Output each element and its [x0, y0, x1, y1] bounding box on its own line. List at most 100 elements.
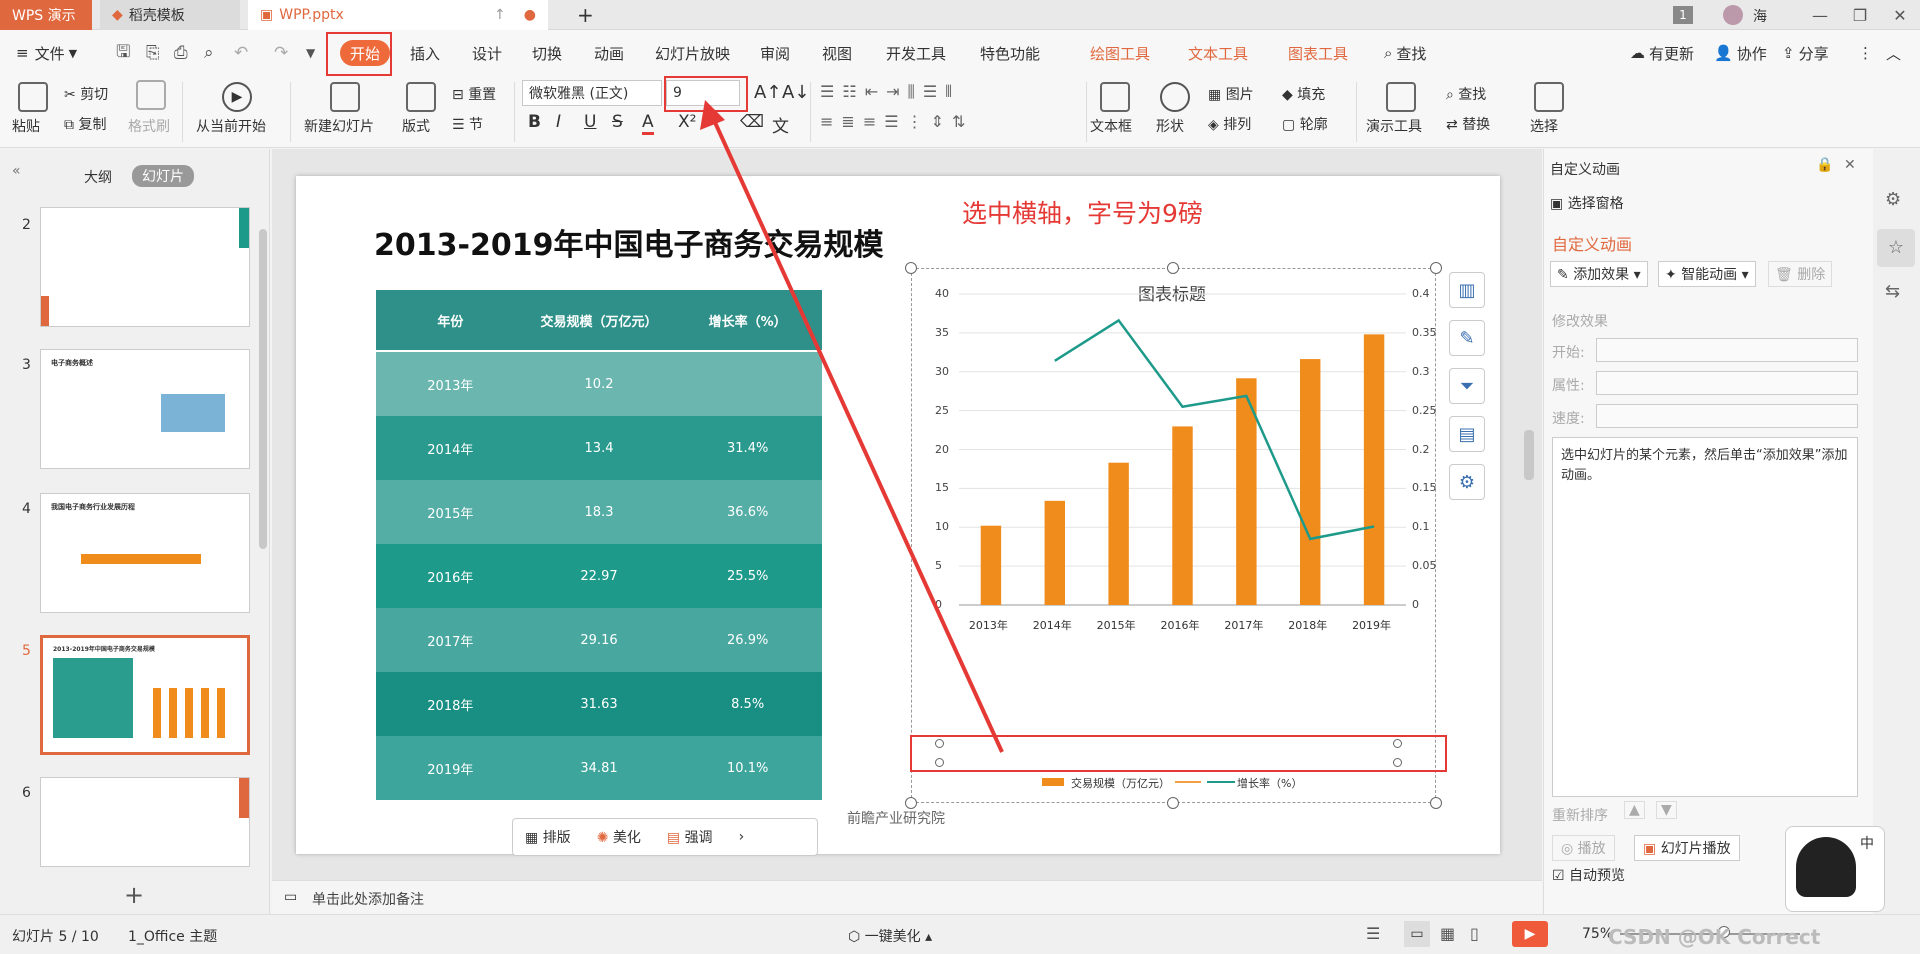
slide-thumb-4[interactable]: 我国电子商务行业发展历程 [40, 493, 250, 613]
increase-font-icon[interactable]: A↑ [754, 82, 781, 103]
paragraph-list-icons[interactable]: ☰☷⇤⇥⫼☰⫴ [820, 82, 960, 102]
speed-select[interactable] [1596, 404, 1858, 428]
x-tick-label[interactable]: 2015年 [1097, 617, 1136, 633]
tab-special[interactable]: 特色功能 [980, 40, 1040, 66]
notes-area[interactable]: ▭ 单击此处添加备注 [272, 880, 1542, 914]
shape-icon[interactable] [1160, 82, 1190, 112]
paste-button[interactable]: 粘贴 [12, 116, 40, 136]
shape-button[interactable]: 形状 [1156, 116, 1184, 136]
minimize-icon[interactable]: — [1800, 0, 1840, 30]
format-brush-button[interactable]: 格式刷 [128, 116, 170, 136]
tab-design[interactable]: 设计 [472, 40, 502, 66]
delete-button[interactable]: 🗑 删除 [1768, 261, 1833, 287]
tab-switch[interactable]: 切换 [532, 40, 562, 66]
tab-text-tools[interactable]: 文本工具 [1188, 40, 1248, 66]
close-icon[interactable]: ✕ [1880, 0, 1920, 30]
axis-handle[interactable] [935, 758, 944, 767]
select-pane-button[interactable]: ▣ 选择窗格 [1550, 193, 1624, 213]
layout-action[interactable]: ▦ 排版 [525, 827, 571, 847]
beautify-action[interactable]: ✺ 美化 [597, 827, 641, 847]
properties-icon[interactable]: ⚙ [1885, 189, 1901, 210]
slide-scrollbar[interactable] [1524, 430, 1534, 480]
export-icon[interactable]: ⎘ [146, 40, 160, 66]
new-slide-button[interactable]: 新建幻灯片 [304, 116, 374, 136]
update-button[interactable]: ☁ 有更新 [1630, 40, 1694, 66]
search-menu[interactable]: ⌕ 查找 [1384, 40, 1426, 66]
print-icon[interactable]: ⎙ [174, 40, 188, 66]
axis-handle[interactable] [1393, 758, 1402, 767]
save-icon[interactable]: 🖫 [116, 40, 130, 66]
theme-name[interactable]: 1_Office 主题 [128, 926, 217, 946]
avatar[interactable] [1723, 5, 1743, 25]
paste-icon[interactable] [18, 82, 48, 112]
animation-list[interactable]: 选中幻灯片的某个元素，然后单击“添加效果”添加动画。 [1552, 437, 1858, 797]
more-icon[interactable]: ⋮ [1858, 40, 1873, 66]
brush-icon[interactable] [136, 80, 166, 110]
chart-filter-icon[interactable]: ⏷ [1449, 368, 1485, 404]
outline-button[interactable]: ▢ 轮廓 [1282, 114, 1328, 134]
notes-toggle-icon[interactable]: ☰ [1366, 924, 1380, 943]
lock-icon[interactable]: 🔒 [1816, 157, 1833, 173]
share-button[interactable]: ⇪ 分享 [1782, 40, 1829, 66]
strike-icon[interactable]: S [612, 112, 623, 132]
play-icon[interactable]: ▶ [222, 82, 252, 112]
x-tick-label[interactable]: 2018年 [1288, 617, 1327, 633]
chart-elements-icon[interactable]: ▥ [1449, 272, 1485, 308]
cut-button[interactable]: ✂ 剪切 [64, 84, 108, 104]
superscript-icon[interactable]: X² [678, 112, 696, 132]
bar[interactable] [1108, 462, 1129, 605]
add-slide-button[interactable]: + [124, 881, 144, 909]
x-tick-label[interactable]: 2013年 [969, 617, 1008, 633]
x-tick-label[interactable]: 2016年 [1161, 617, 1200, 633]
sorter-view-icon[interactable]: ▦ [1440, 924, 1455, 943]
tab-review[interactable]: 审阅 [760, 40, 790, 66]
textbox-button[interactable]: 文本框 [1090, 116, 1132, 136]
axis-handle[interactable] [935, 739, 944, 748]
thumb-scrollbar[interactable] [259, 229, 267, 549]
textbox-icon[interactable] [1100, 82, 1130, 112]
beautify-button[interactable]: ⬡ 一键美化 ▴ [848, 926, 932, 946]
pet-widget[interactable]: 中 [1785, 826, 1885, 912]
bar[interactable] [1044, 500, 1066, 605]
fill-button[interactable]: ◆ 填充 [1282, 84, 1325, 104]
slides-tab[interactable]: 幻灯片 [132, 165, 194, 187]
play-slideshow-icon[interactable]: ▶ [1512, 921, 1548, 947]
bar[interactable] [980, 525, 1002, 605]
outline-tab[interactable]: 大纲 [84, 167, 112, 187]
bar[interactable] [1363, 334, 1385, 605]
page-badge[interactable]: 1 [1673, 6, 1693, 24]
collapse-ribbon-icon[interactable]: ︿ [1886, 40, 1901, 66]
decrease-font-icon[interactable]: A↓ [782, 82, 809, 103]
picture-button[interactable]: ▦ 图片 [1208, 84, 1254, 104]
eraser-icon[interactable]: ⌫ [740, 112, 764, 132]
source-text[interactable]: 前瞻产业研究院 [847, 808, 945, 828]
phonetic-icon[interactable]: 文 [772, 112, 789, 137]
slide-thumb-5[interactable]: 2013-2019年中国电子商务交易规模 [40, 635, 250, 755]
font-name-select[interactable]: 微软雅黑 (正文) [522, 80, 662, 106]
file-menu[interactable]: ≡ 文件 ▼ [16, 40, 77, 66]
smart-anim-button[interactable]: ✦ 智能动画 ▾ [1658, 261, 1756, 287]
property-select[interactable] [1596, 371, 1858, 395]
layout-icon[interactable] [406, 82, 436, 112]
bold-icon[interactable]: B [528, 112, 541, 132]
tab-draw-tools[interactable]: 绘图工具 [1090, 40, 1150, 66]
chart-style-icon[interactable]: ✎ [1449, 320, 1485, 356]
slide-thumb-2[interactable] [40, 207, 250, 327]
axis-handle[interactable] [1393, 739, 1402, 748]
normal-view-icon[interactable]: ▭ [1404, 921, 1430, 947]
x-tick-label[interactable]: 2019年 [1352, 617, 1391, 633]
arrange-button[interactable]: ◈ 排列 [1208, 114, 1251, 134]
preview-icon[interactable]: ⌕ [204, 40, 214, 66]
tab-document[interactable]: ▣ WPP.pptx ↑ ● [248, 0, 548, 30]
chevron-right-icon[interactable]: › [739, 829, 745, 845]
redo-icon[interactable]: ↷ [274, 40, 288, 66]
tab-animation[interactable]: 动画 [594, 40, 624, 66]
reset-button[interactable]: ⊟ 重置 [452, 84, 496, 104]
slide-thumb-3[interactable]: 电子商务概述 [40, 349, 250, 469]
reading-view-icon[interactable]: ▯ [1470, 924, 1479, 943]
chart-settings-icon[interactable]: ⚙ [1449, 464, 1485, 500]
add-effect-button[interactable]: ✎ 添加效果 ▾ [1550, 261, 1648, 287]
align-icons[interactable]: ≡≣≡☰⋮⇕⇅ [820, 112, 973, 131]
from-current-button[interactable]: 从当前开始 [196, 116, 266, 136]
section-button[interactable]: ☰ 节 [452, 114, 483, 134]
